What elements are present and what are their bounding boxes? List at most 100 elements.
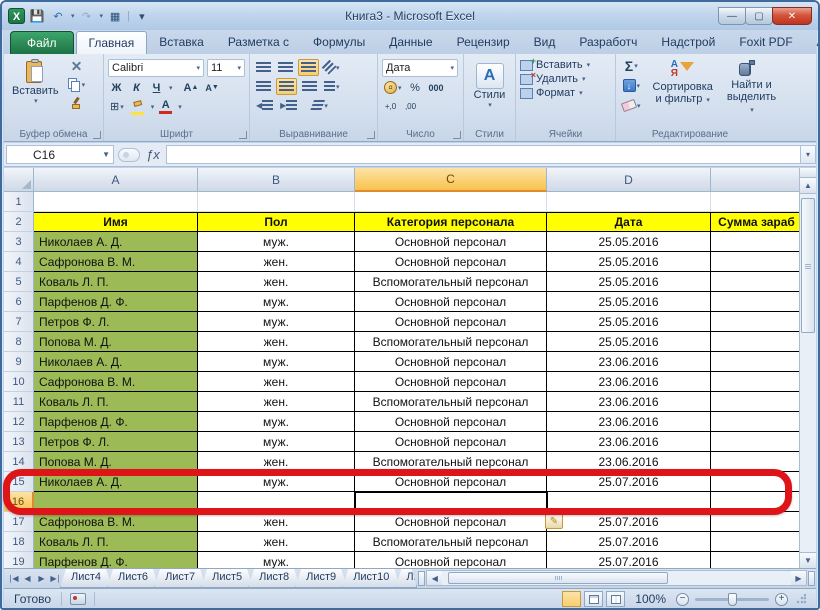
column-header-D[interactable]: D (547, 168, 711, 192)
cell[interactable] (711, 532, 803, 552)
paste-dropdown-icon[interactable]: ▾ (34, 97, 38, 105)
font-color-button[interactable]: А (157, 98, 174, 115)
close-button[interactable]: ✕ (772, 7, 812, 25)
cell[interactable]: 25.05.2016 (547, 292, 711, 312)
cell[interactable]: жен. (198, 372, 355, 392)
row-header-15[interactable]: 15 (4, 472, 34, 492)
cell[interactable]: Дата (547, 212, 711, 232)
cell[interactable] (711, 392, 803, 412)
page-layout-view-button[interactable] (584, 591, 603, 607)
cell[interactable]: Основной персонал (355, 372, 547, 392)
cell[interactable] (711, 312, 803, 332)
row-header-5[interactable]: 5 (4, 272, 34, 292)
worksheet-grid[interactable]: ABCD 12ИмяПолКатегория персоналаДатаСумм… (4, 168, 803, 568)
cell[interactable]: 25.07.2016 (547, 532, 711, 552)
cell[interactable]: 25.07.2016 (547, 472, 711, 492)
cell[interactable] (711, 372, 803, 392)
cell[interactable]: Основной персонал (355, 552, 547, 568)
scroll-right-icon[interactable]: ▶ (791, 571, 806, 585)
sheet-tab-лист9[interactable]: Лист9 (295, 569, 347, 588)
selected-cell-C16[interactable] (354, 491, 548, 513)
column-header-B[interactable]: B (198, 168, 355, 192)
cell[interactable]: Основной персонал (355, 312, 547, 332)
scroll-left-icon[interactable]: ◀ (427, 571, 442, 585)
cell[interactable] (711, 332, 803, 352)
row-header-16[interactable]: 16 (4, 492, 34, 512)
vertical-scrollbar[interactable]: ▲ ▼ (799, 168, 816, 568)
sheet-tab-лист5[interactable]: Лист5 (201, 569, 253, 588)
cell[interactable]: Коваль Л. П. (34, 272, 198, 292)
autosum-button[interactable]: Σ▾ (620, 57, 643, 74)
bold-button[interactable]: Ж (108, 79, 125, 96)
zoom-in-button[interactable]: + (775, 593, 788, 606)
cell[interactable]: Парфенов Д. Ф. (34, 292, 198, 312)
cell[interactable]: жен. (198, 532, 355, 552)
first-sheet-icon[interactable]: ∣◀ (7, 571, 20, 585)
ribbon-tab-рецензир[interactable]: Рецензир (445, 31, 522, 54)
align-middle-button[interactable] (276, 59, 295, 76)
cell[interactable]: муж. (198, 552, 355, 568)
styles-dropdown-icon[interactable]: ▾ (488, 101, 492, 109)
cell[interactable] (355, 192, 547, 212)
cell[interactable] (711, 272, 803, 292)
cell[interactable]: Основной персонал (355, 472, 547, 492)
cell[interactable]: Имя (34, 212, 198, 232)
cell[interactable] (711, 512, 803, 532)
cell[interactable] (711, 492, 803, 512)
borders-button[interactable]: ⊞▾ (108, 98, 126, 115)
cell[interactable]: Николаев А. Д. (34, 232, 198, 252)
row-header-12[interactable]: 12 (4, 412, 34, 432)
zoom-slider-thumb[interactable] (728, 593, 737, 606)
cell[interactable]: жен. (198, 512, 355, 532)
delete-cells-button[interactable]: Удалить (536, 73, 578, 85)
prev-sheet-icon[interactable]: ◀ (21, 571, 34, 585)
cell[interactable]: 25.05.2016 (547, 272, 711, 292)
cell[interactable]: Основной персонал (355, 292, 547, 312)
zoom-level[interactable]: 100% (635, 592, 666, 606)
zoom-slider-track[interactable] (695, 598, 769, 601)
cut-button[interactable] (65, 57, 88, 74)
accounting-format-button[interactable]: ¤▾ (382, 79, 404, 96)
font-name-select[interactable]: Calibri▾ (108, 59, 204, 77)
cell[interactable] (711, 292, 803, 312)
styles-button[interactable]: А Стили ▾ (468, 61, 511, 111)
cell[interactable]: Парфенов Д. Ф. (34, 552, 198, 568)
cell[interactable]: жен. (198, 252, 355, 272)
ribbon-tab-вставка[interactable]: Вставка (147, 31, 216, 54)
cell[interactable]: муж. (198, 352, 355, 372)
fill-color-button[interactable] (129, 98, 147, 115)
row-header-2[interactable]: 2 (4, 212, 34, 232)
italic-button[interactable]: К (128, 79, 145, 96)
shrink-font-button[interactable]: А▼ (203, 79, 220, 96)
cell[interactable]: Коваль Л. П. (34, 392, 198, 412)
column-header-partial[interactable] (711, 168, 803, 192)
next-sheet-icon[interactable]: ▶ (35, 571, 48, 585)
percent-style-button[interactable]: % (407, 79, 424, 96)
cell[interactable]: Попова М. Д. (34, 332, 198, 352)
align-bottom-button[interactable] (298, 59, 319, 76)
cell[interactable]: Сафронова В. М. (34, 252, 198, 272)
align-top-button[interactable] (254, 59, 273, 76)
comma-style-button[interactable]: 000 (427, 79, 446, 96)
cell[interactable]: Парфенов Д. Ф. (34, 412, 198, 432)
cell[interactable]: Сумма зараб (711, 212, 803, 232)
row-header-4[interactable]: 4 (4, 252, 34, 272)
fx-icon[interactable]: ƒx (146, 147, 160, 162)
scroll-up-icon[interactable]: ▲ (800, 178, 816, 194)
ribbon-tab-вид[interactable]: Вид (522, 31, 568, 54)
font-color-dropdown-icon[interactable]: ▾ (178, 103, 182, 111)
row-header-9[interactable]: 9 (4, 352, 34, 372)
ribbon-tab-данные[interactable]: Данные (377, 31, 444, 54)
sheet-tab-лист4[interactable]: Лист4 (60, 569, 112, 588)
ribbon-tab-файл[interactable]: Файл (10, 31, 74, 54)
cell[interactable]: Пол (198, 212, 355, 232)
row-header-19[interactable]: 19 (4, 552, 34, 568)
underline-button[interactable]: Ч (148, 79, 165, 96)
sheet-tab-лист7[interactable]: Лист7 (154, 569, 206, 588)
name-box-dropdown-icon[interactable]: ▼ (102, 150, 110, 159)
font-size-select[interactable]: 11▾ (207, 59, 245, 77)
ribbon-tab-разработч[interactable]: Разработч (567, 31, 649, 54)
last-sheet-icon[interactable]: ▶∣ (49, 571, 62, 585)
name-box[interactable]: C16▼ (6, 145, 114, 164)
row-header-13[interactable]: 13 (4, 432, 34, 452)
